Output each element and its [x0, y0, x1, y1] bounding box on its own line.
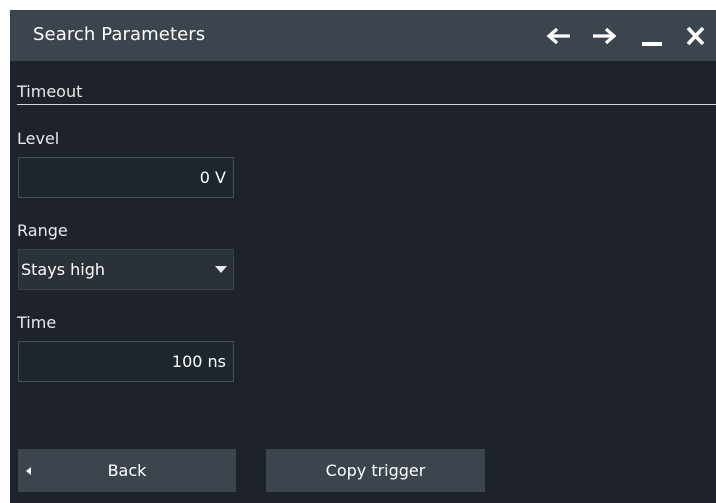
time-input[interactable]: 100 ns [18, 341, 234, 382]
arrow-left-icon[interactable] [544, 22, 574, 50]
section-title-timeout: Timeout [17, 82, 83, 101]
dialog-titlebar: Search Parameters [10, 10, 716, 61]
range-select-value: Stays high [21, 260, 106, 279]
section-divider [17, 104, 716, 105]
arrow-right-icon[interactable] [589, 22, 619, 50]
dialog-title: Search Parameters [33, 24, 206, 45]
level-label: Level [17, 129, 60, 148]
range-label: Range [17, 221, 68, 240]
back-triangle-icon [26, 467, 31, 475]
back-button-label: Back [107, 461, 147, 480]
close-icon[interactable] [681, 22, 711, 50]
search-parameters-dialog: Search Parameters Timeout Level 0 V Rang… [10, 10, 716, 503]
range-select[interactable]: Stays high [18, 249, 234, 290]
back-button[interactable]: Back [18, 449, 236, 492]
copy-trigger-button[interactable]: Copy trigger [266, 449, 485, 492]
level-input[interactable]: 0 V [18, 157, 234, 198]
copy-trigger-button-label: Copy trigger [325, 461, 426, 480]
chevron-down-icon [215, 266, 227, 273]
time-label: Time [17, 313, 57, 332]
minimize-icon[interactable] [638, 22, 668, 50]
